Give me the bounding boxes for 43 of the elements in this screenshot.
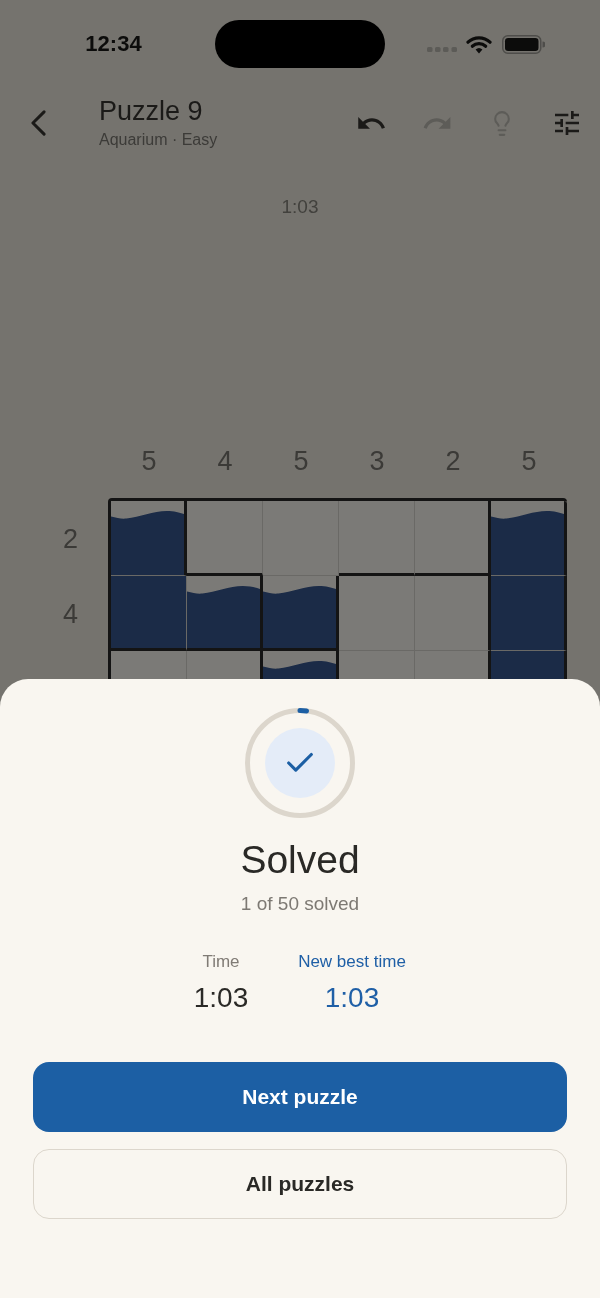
stat-value: 1:03 xyxy=(324,982,380,1014)
grid-cell[interactable] xyxy=(187,651,263,679)
grid-cell[interactable] xyxy=(263,576,339,651)
puzzle-title: Puzzle 9 xyxy=(99,95,204,127)
wifi-icon xyxy=(466,34,492,54)
next-puzzle-button[interactable]: Next puzzle xyxy=(33,1062,567,1132)
progress-count: 1 of 50 solved xyxy=(240,892,360,916)
grid-cell[interactable] xyxy=(111,501,187,576)
grid-cell[interactable] xyxy=(491,501,567,576)
grid-cell[interactable] xyxy=(187,501,263,576)
stat-label: New best time xyxy=(298,952,406,972)
signal-icon xyxy=(427,46,457,52)
redo-icon xyxy=(423,117,451,129)
puzzle-subtitle: Aquarium · Easy xyxy=(99,130,218,150)
row-clue: 4 xyxy=(63,597,78,630)
grid-cell[interactable] xyxy=(187,576,263,651)
grid-cell[interactable] xyxy=(339,651,415,679)
column-clue: 5 xyxy=(521,445,537,477)
column-clue: 2 xyxy=(445,445,461,477)
stat-value: 1:03 xyxy=(193,982,249,1014)
battery-icon xyxy=(502,34,545,54)
column-clue: 5 xyxy=(293,445,309,477)
lightbulb-icon xyxy=(494,110,510,136)
grid-cell[interactable] xyxy=(339,501,415,576)
check-icon xyxy=(265,728,335,798)
row-clue: 2 xyxy=(63,522,78,555)
grid-cell[interactable] xyxy=(111,651,187,679)
stat-label: Time xyxy=(202,952,240,972)
column-clue: 3 xyxy=(369,445,385,477)
result-title: Solved xyxy=(240,838,360,882)
chevron-left-icon xyxy=(30,110,46,136)
grid-cell[interactable] xyxy=(415,651,491,679)
status-time: 12:34 xyxy=(85,31,142,57)
column-clue: 5 xyxy=(141,445,157,477)
column-clue: 4 xyxy=(217,445,233,477)
all-puzzles-button[interactable]: All puzzles xyxy=(33,1149,567,1219)
grid-cell[interactable] xyxy=(415,501,491,576)
undo-icon xyxy=(358,117,386,129)
grid-cell[interactable] xyxy=(263,501,339,576)
grid-cell[interactable] xyxy=(263,651,339,679)
grid-cell[interactable] xyxy=(415,576,491,651)
grid-cell[interactable] xyxy=(339,576,415,651)
sliders-icon xyxy=(555,111,579,135)
